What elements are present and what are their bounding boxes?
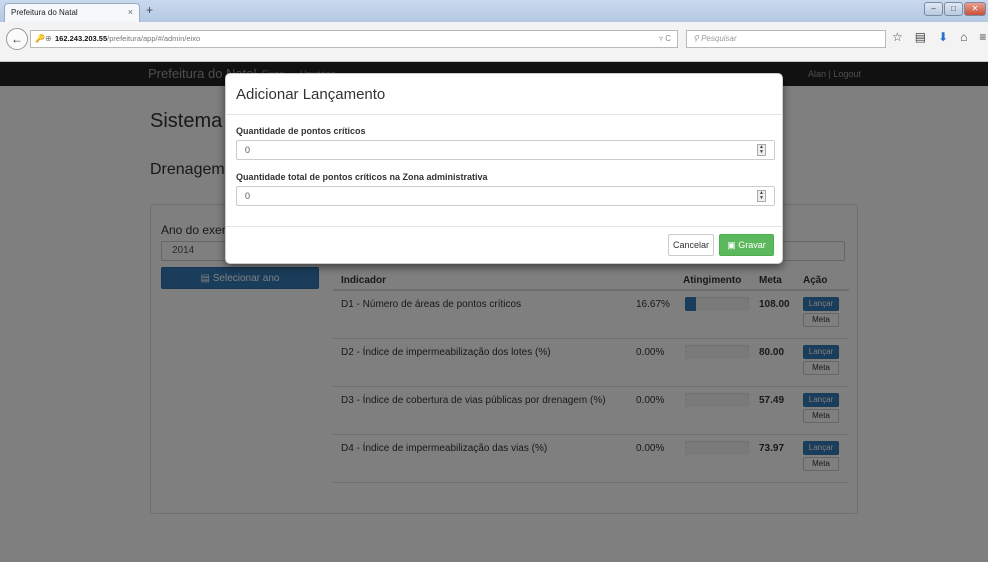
downloads-icon[interactable]: ⬇ — [938, 30, 948, 44]
search-icon: ⚲ — [693, 34, 702, 43]
search-input[interactable]: ⚲ Pesquisar — [686, 30, 886, 48]
close-window-button[interactable]: ✕ — [964, 2, 986, 16]
total-critical-points-input[interactable]: 0 ▲ ▼ — [236, 186, 775, 206]
site-identity-icon[interactable]: 🔑⊕ — [35, 31, 52, 47]
minimize-button[interactable]: – — [924, 2, 943, 16]
floppy-disk-icon: ▣ — [727, 240, 739, 250]
critical-points-input[interactable]: 0 ▲ ▼ — [236, 140, 775, 160]
critical-points-label: Quantidade de pontos críticos — [236, 126, 366, 136]
modal-divider — [226, 114, 782, 115]
browser-titlebar: Prefeitura do Natal × + – □ ✕ — [0, 0, 988, 22]
home-icon[interactable]: ⌂ — [960, 30, 967, 44]
search-placeholder: Pesquisar — [701, 34, 737, 43]
spinner-icon[interactable]: ▲ ▼ — [757, 144, 766, 156]
new-tab-button[interactable]: + — [146, 3, 153, 17]
address-bar[interactable]: 🔑⊕ 162.243.203.55/prefeitura/app/#/admin… — [30, 30, 678, 48]
tab-title: Prefeitura do Natal — [11, 8, 78, 17]
back-arrow-icon[interactable]: ← — [6, 28, 28, 50]
browser-toolbar: ← 🔑⊕ 162.243.203.55/prefeitura/app/#/adm… — [0, 22, 988, 62]
bookmarks-list-icon[interactable]: ▤ — [915, 30, 926, 44]
url-host: 162.243.203.55 — [55, 34, 108, 43]
modal-title: Adicionar Lançamento — [236, 86, 386, 103]
save-button[interactable]: ▣ Gravar — [719, 234, 774, 256]
reload-icon[interactable]: ▿ C — [659, 31, 671, 47]
tab-close-icon[interactable]: × — [128, 7, 133, 17]
modal-footer-divider — [226, 226, 782, 227]
window-controls: – □ ✕ — [924, 2, 986, 16]
add-entry-modal: Adicionar Lançamento Quantidade de ponto… — [225, 73, 783, 264]
total-critical-points-value: 0 — [245, 191, 251, 201]
toolbar-icons: ☆ ▤ ⬇ ⌂ ≡ — [892, 30, 986, 44]
total-critical-points-label: Quantidade total de pontos críticos na Z… — [236, 172, 488, 182]
url-path: /prefeitura/app/#/admin/eixo — [107, 34, 201, 43]
save-label: Gravar — [738, 240, 766, 250]
browser-tab[interactable]: Prefeitura do Natal × — [4, 3, 140, 22]
spinner-icon[interactable]: ▲ ▼ — [757, 190, 766, 202]
cancel-button[interactable]: Cancelar — [668, 234, 714, 256]
maximize-button[interactable]: □ — [944, 2, 963, 16]
critical-points-value: 0 — [245, 145, 251, 155]
bookmark-star-icon[interactable]: ☆ — [892, 30, 903, 44]
menu-icon[interactable]: ≡ — [979, 30, 986, 44]
